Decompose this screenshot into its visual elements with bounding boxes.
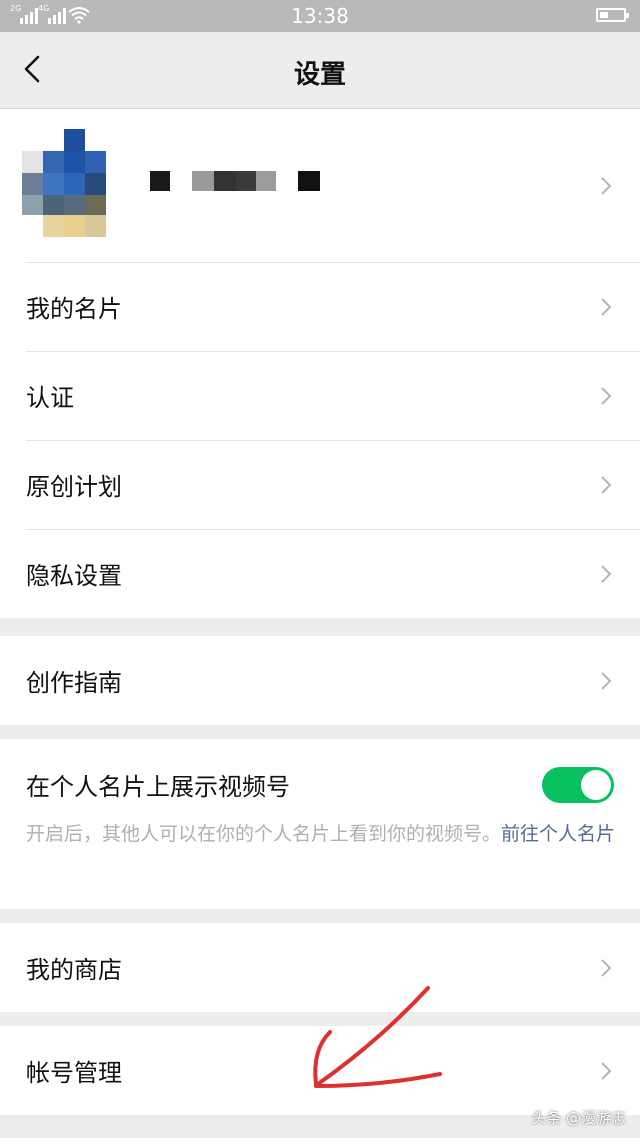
page-title: 设置	[293, 60, 346, 90]
verification-row[interactable]: 认证	[0, 351, 640, 440]
my-card-row[interactable]: 我的名片	[0, 262, 640, 351]
settings-group-1: 我的名片 认证 原创计划 隐私设置	[0, 109, 640, 618]
show-channel-description: 开启后，其他人可以在你的个人名片上看到你的视频号。前往个人名片	[26, 819, 616, 849]
creation-guide-row[interactable]: 创作指南	[0, 636, 640, 725]
status-time: 13:38	[291, 4, 349, 28]
my-card-label: 我的名片	[26, 295, 122, 323]
profile-row[interactable]	[0, 109, 640, 262]
show-channel-toggle[interactable]	[542, 767, 614, 803]
my-store-label: 我的商店	[26, 956, 122, 984]
avatar	[22, 129, 106, 237]
nav-bar: 设置	[0, 32, 640, 109]
privacy-label: 隐私设置	[26, 562, 122, 590]
chevron-right-icon	[601, 564, 612, 583]
annotation-arrow-icon	[313, 986, 442, 1088]
settings-group-2: 创作指南	[0, 636, 640, 725]
chevron-right-icon	[601, 297, 612, 316]
chevron-right-icon	[601, 176, 612, 195]
account-manage-label: 帐号管理	[26, 1059, 122, 1087]
chevron-right-icon	[601, 958, 612, 977]
toggle-knob	[581, 770, 611, 800]
privacy-row[interactable]: 隐私设置	[0, 529, 640, 618]
creation-guide-label: 创作指南	[26, 669, 122, 697]
profile-name-pixelated	[150, 171, 320, 191]
chevron-right-icon	[601, 386, 612, 405]
original-plan-row[interactable]: 原创计划	[0, 440, 640, 529]
verification-label: 认证	[26, 384, 74, 412]
status-bar: 2G 4G 13:38	[0, 0, 640, 32]
watermark: 头条 @漫游志	[531, 1109, 626, 1127]
original-plan-label: 原创计划	[26, 473, 122, 501]
go-to-card-link[interactable]: 前往个人名片	[501, 823, 615, 845]
show-channel-row: 在个人名片上展示视频号 开启后，其他人可以在你的个人名片上看到你的视频号。前往个…	[0, 739, 640, 909]
show-channel-label: 在个人名片上展示视频号	[26, 773, 290, 801]
chevron-right-icon	[601, 671, 612, 690]
show-channel-desc-text: 开启后，其他人可以在你的个人名片上看到你的视频号。	[26, 823, 502, 845]
battery-icon	[596, 8, 629, 22]
settings-group-3: 在个人名片上展示视频号 开启后，其他人可以在你的个人名片上看到你的视频号。前往个…	[0, 739, 640, 909]
chevron-right-icon	[601, 1061, 612, 1080]
chevron-right-icon	[601, 475, 612, 494]
